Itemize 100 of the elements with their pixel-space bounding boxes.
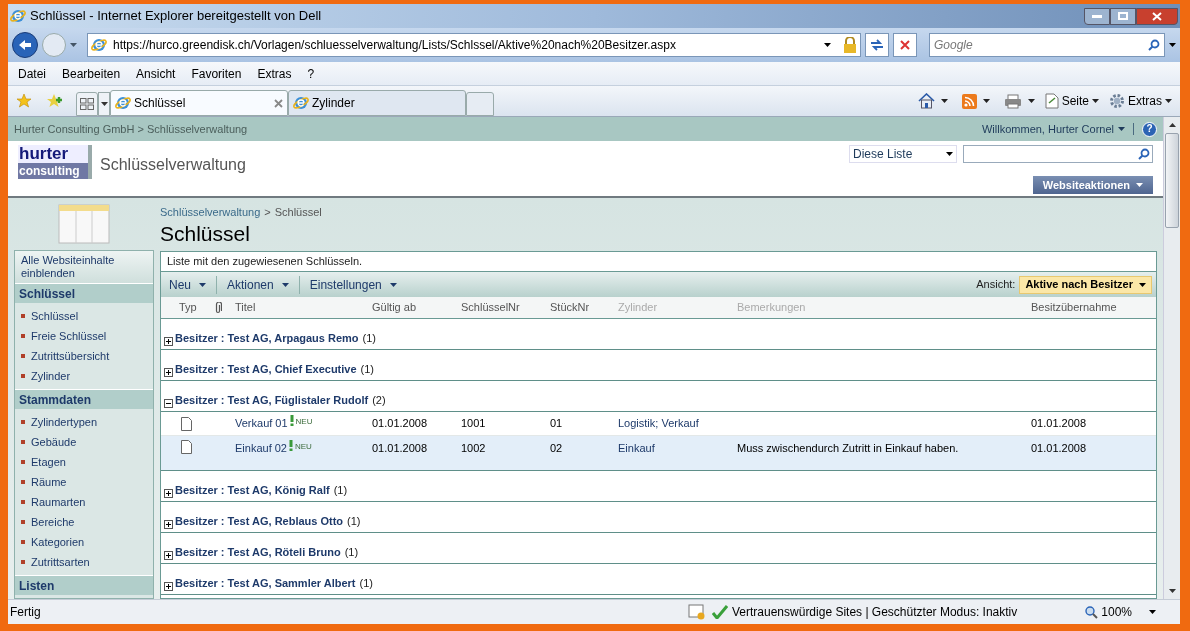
expand-icon[interactable] — [164, 368, 173, 377]
sidebar-item[interactable]: Freie Schlüssel — [31, 327, 107, 345]
group-heading[interactable]: Besitzer : Test AG, Sammler Albert — [175, 574, 356, 591]
expand-icon[interactable] — [164, 582, 173, 591]
menu-item[interactable]: ? — [307, 64, 315, 83]
bullet-icon — [21, 334, 25, 338]
scroll-down-icon[interactable] — [1168, 589, 1176, 593]
welcome-menu[interactable]: Willkommen, Hurter Cornel — [981, 120, 1125, 138]
group-heading[interactable]: Besitzer : Test AG, Arpagaus Remo — [175, 329, 359, 346]
tab-list-button[interactable] — [98, 92, 110, 116]
exclamation-icon — [289, 415, 294, 427]
column-header[interactable]: Titel — [235, 299, 372, 316]
scrollbar-thumb[interactable] — [1165, 133, 1179, 228]
group-heading[interactable]: Besitzer : Test AG, Chief Executive — [175, 360, 357, 377]
toolbar-menu[interactable]: Neu — [165, 275, 210, 294]
sidebar-item[interactable]: Räume — [31, 473, 67, 491]
expand-icon[interactable] — [164, 337, 173, 346]
sidebar-item[interactable]: Bereiche — [31, 513, 75, 531]
caret-icon — [1139, 282, 1146, 287]
sidebar-section-header[interactable]: Schlüssel — [15, 283, 153, 303]
rss-feed-icon[interactable] — [961, 93, 977, 109]
address-field[interactable]: https://hurco.greendisk.ch/Vorlagen/schluesselverwaltung/Lists/Schlssel/Aktive%20nach%20Besitzer.aspx — [87, 33, 861, 57]
column-header[interactable]: Besitzübernahme — [1031, 299, 1156, 316]
group-heading[interactable]: Besitzer : Test AG, Röteli Bruno — [175, 543, 341, 560]
sidebar-section-header[interactable]: Stammdaten — [15, 389, 153, 409]
star-icon[interactable] — [16, 93, 32, 109]
column-header[interactable]: StückNr — [550, 299, 618, 316]
column-header[interactable]: SchlüsselNr — [461, 299, 550, 316]
table-row[interactable]: Einkauf 02 NEU 01.01.2008 1002 02 Einkauf Muss zwischendurch Zutritt in Einkauf haben. 01.01.2008 — [161, 436, 1156, 470]
site-search-field[interactable] — [963, 145, 1153, 163]
logo[interactable]: hurter consulting — [18, 145, 92, 179]
sidebar-section-header[interactable]: Listen — [15, 575, 153, 595]
cylinder-link[interactable]: Einkauf — [618, 440, 737, 470]
back-button[interactable] — [12, 32, 38, 58]
help-button[interactable]: ? — [1142, 121, 1157, 137]
toolbar-menu[interactable]: Aktionen — [216, 275, 293, 294]
scrollbar[interactable] — [1163, 117, 1180, 599]
view-all-link[interactable]: Alle Websiteinhalte einblenden — [15, 251, 153, 283]
zoom-level[interactable]: 100% — [1101, 603, 1132, 621]
command-menu[interactable]: Extras — [1109, 92, 1172, 110]
group-heading[interactable]: Besitzer : Test AG, Füglistaler Rudolf — [175, 391, 369, 408]
cylinder-link[interactable]: Logistik; Verkauf — [618, 415, 737, 432]
stop-button[interactable] — [893, 33, 917, 57]
sidebar-item[interactable]: Zylinder — [31, 367, 71, 385]
group-heading[interactable]: Besitzer : Test AG, Reblaus Otto — [175, 512, 344, 529]
quick-tabs-button[interactable] — [76, 92, 98, 116]
group-heading[interactable]: Besitzer : Test AG, König Ralf — [175, 481, 330, 498]
table-row[interactable]: Verkauf 01 NEU 01.01.2008 1001 01 Logistik; Verkauf 01.01.2008 — [161, 412, 1156, 436]
printer-icon[interactable] — [1003, 93, 1022, 109]
table-cell-text: 01.01.2008 — [1031, 416, 1088, 432]
bullet-icon — [21, 354, 25, 358]
breadcrumb-link[interactable]: Schlüsselverwaltung — [160, 204, 261, 221]
menu-item[interactable]: Ansicht — [136, 64, 176, 83]
menu-item[interactable]: Datei — [18, 64, 46, 83]
item-title-link[interactable]: Einkauf 02 — [235, 440, 287, 457]
page-icon — [1044, 93, 1059, 109]
column-header[interactable]: Typ — [179, 299, 214, 316]
sidebar-item[interactable]: Zylindertypen — [31, 413, 98, 431]
expand-icon[interactable] — [164, 520, 173, 529]
sidebar-item[interactable]: Raumarten — [31, 493, 86, 511]
scroll-up-icon[interactable] — [1168, 123, 1176, 127]
group-count: (1) — [333, 482, 348, 498]
command-menu[interactable]: Seite — [1044, 92, 1099, 110]
toolbar-menu[interactable]: Einstellungen — [298, 275, 401, 294]
sidebar-item[interactable]: Schlüssel — [31, 307, 79, 325]
new-label: NEU — [295, 441, 312, 453]
item-title-link[interactable]: Verkauf 01 — [235, 415, 288, 432]
close-tab-icon[interactable] — [274, 98, 283, 108]
browser-tab[interactable]: Zylinder — [288, 90, 466, 116]
security-zone[interactable]: Vertrauenswürdige Sites | Geschützter Modus: Inaktiv — [732, 603, 1018, 621]
sidebar-item[interactable]: Zutrittsübersicht — [31, 347, 110, 365]
minimize-button[interactable] — [1084, 7, 1110, 25]
browser-tab[interactable]: Schlüssel — [110, 90, 288, 116]
collapse-icon[interactable] — [164, 399, 173, 408]
site-breadcrumb[interactable]: Hurter Consulting GmbH > Schlüsselverwaltung — [14, 120, 248, 138]
maximize-icon — [1118, 12, 1128, 20]
expand-icon[interactable] — [164, 551, 173, 560]
add-favorite-icon[interactable] — [46, 93, 62, 109]
close-button[interactable] — [1136, 7, 1178, 25]
bullet-icon — [21, 480, 25, 484]
sidebar-item[interactable]: Gebäude — [31, 433, 77, 451]
menu-item[interactable]: Bearbeiten — [62, 64, 121, 83]
site-actions-button[interactable]: Websiteaktionen — [1032, 176, 1153, 194]
menu-item[interactable]: Extras — [257, 64, 292, 83]
refresh-icon — [870, 39, 884, 51]
search-field[interactable]: Google — [929, 33, 1165, 57]
paperclip-icon[interactable] — [214, 301, 222, 314]
column-header[interactable]: Gültig ab — [372, 299, 461, 316]
home-icon[interactable] — [917, 93, 935, 109]
maximize-button[interactable] — [1110, 7, 1136, 25]
search-scope-dropdown[interactable]: Diese Liste — [849, 145, 957, 163]
sidebar-item[interactable]: Kategorien — [31, 533, 85, 551]
gear-icon — [1109, 93, 1125, 109]
sidebar-item[interactable]: Etagen — [31, 453, 66, 471]
menu-item[interactable]: Favoriten — [191, 64, 242, 83]
refresh-button[interactable] — [865, 33, 889, 57]
expand-icon[interactable] — [164, 489, 173, 498]
sidebar-item[interactable]: Zutrittsarten — [31, 553, 90, 571]
view-selector[interactable]: Aktive nach Besitzer — [1019, 275, 1152, 294]
new-label: NEU — [295, 416, 313, 429]
